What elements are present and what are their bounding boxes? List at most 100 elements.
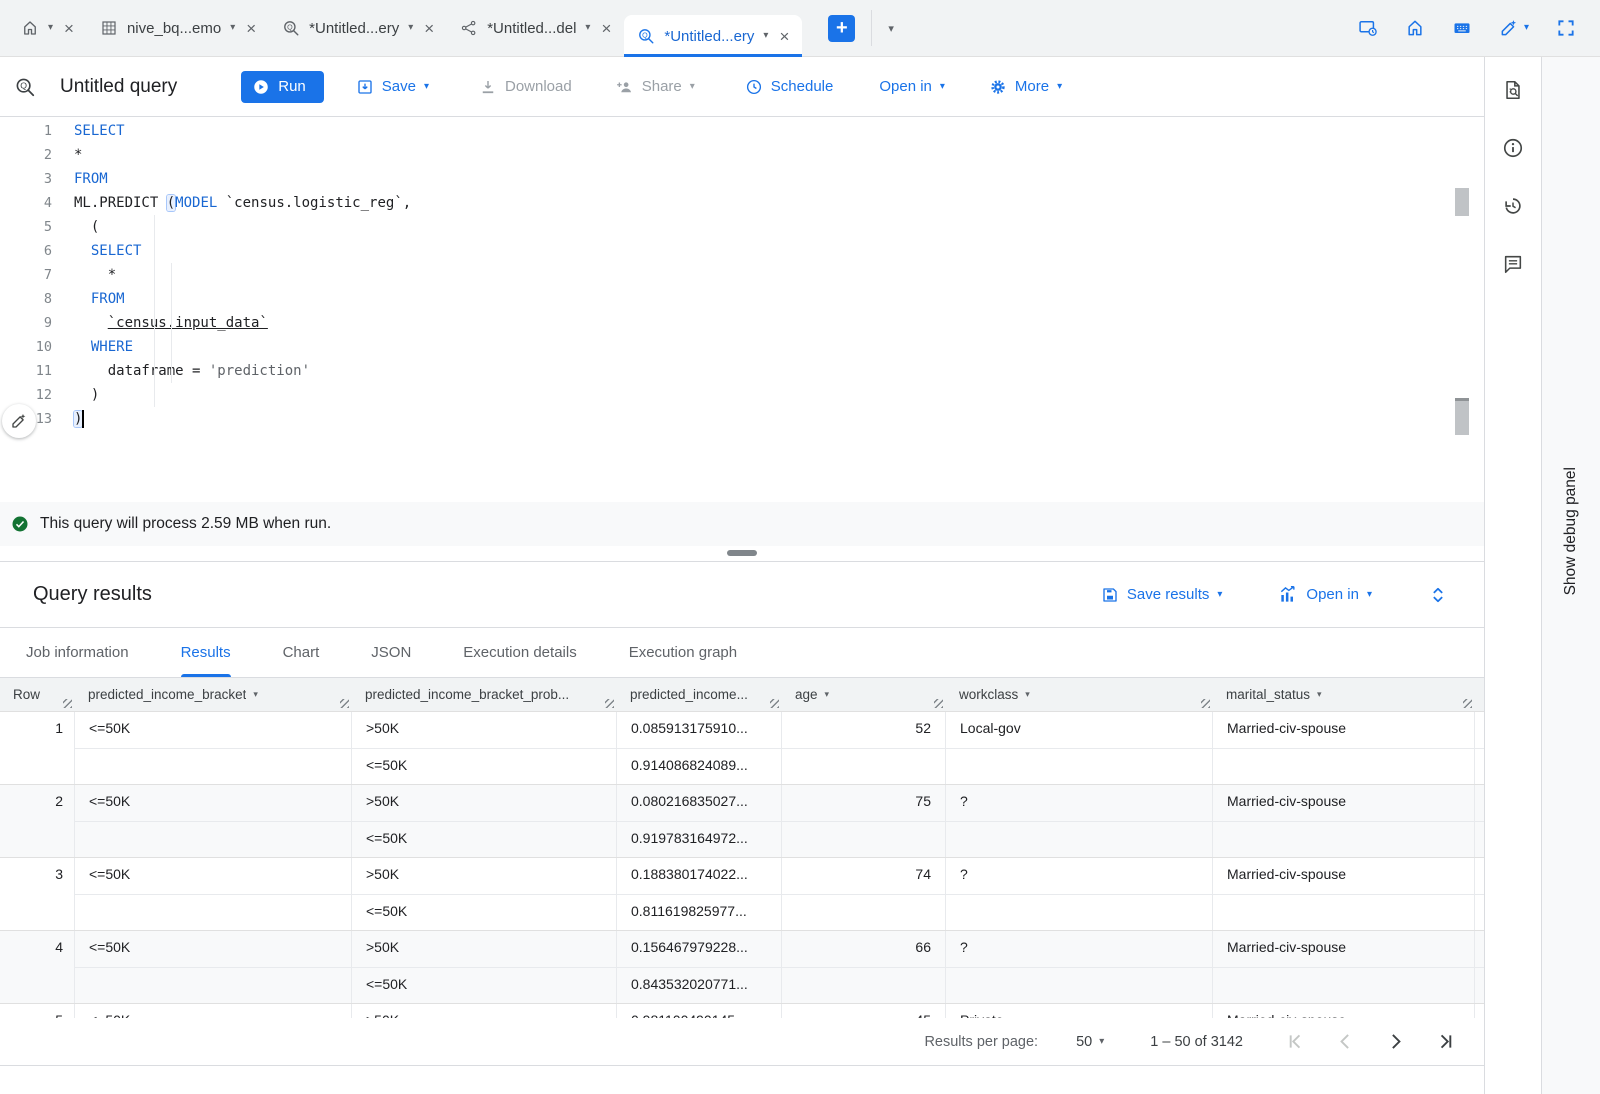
table-subrow: <=50K>50K0.156467979228...66?Married-civ… xyxy=(75,931,1484,967)
table-cell xyxy=(946,749,1213,784)
tab-query-1[interactable]: Q*Untitled...ery▾× xyxy=(269,0,447,56)
prev-page-button[interactable] xyxy=(1335,1031,1356,1052)
sort-caret-icon[interactable]: ▾ xyxy=(1317,689,1322,700)
show-debug-panel-button[interactable]: Show debug panel xyxy=(1562,467,1580,595)
column-header-marital-status[interactable]: marital_status▾ xyxy=(1213,678,1475,711)
column-header-row[interactable]: Row xyxy=(0,678,75,711)
scrollbar-thumb[interactable] xyxy=(1455,188,1469,216)
table-cell xyxy=(782,749,946,784)
tab-execution-graph[interactable]: Execution graph xyxy=(629,628,737,677)
column-resize-handle[interactable] xyxy=(934,699,943,708)
results-open-in-label: Open in xyxy=(1306,586,1359,603)
caret-down-icon[interactable]: ▾ xyxy=(408,23,413,33)
tab-overflow-caret-icon[interactable]: ▾ xyxy=(888,22,894,35)
column-resize-handle[interactable] xyxy=(63,699,72,708)
column-header-workclass[interactable]: workclass▾ xyxy=(946,678,1213,711)
search-doc-button[interactable] xyxy=(1502,79,1524,106)
table-cell xyxy=(946,968,1213,1003)
results-open-in-button[interactable]: Open in ▾ xyxy=(1278,585,1372,605)
table-cell: ? xyxy=(946,785,1213,821)
table-header-row: Rowpredicted_income_bracket▾predicted_in… xyxy=(0,678,1484,712)
code-segment: SELECT xyxy=(74,123,125,139)
table-cell: Private xyxy=(946,1004,1213,1018)
code-line: ) xyxy=(74,383,1484,407)
table-subrow: <=50K0.919783164972... xyxy=(75,821,1484,857)
column-resize-handle[interactable] xyxy=(605,699,614,708)
share-button[interactable]: Share ▾ xyxy=(616,78,695,96)
close-icon[interactable]: × xyxy=(601,20,611,37)
page-range-label: 1 – 50 of 3142 xyxy=(1150,1034,1243,1050)
expand-panel-button[interactable] xyxy=(1428,585,1448,605)
table-subrow: <=50K0.811619825977... xyxy=(75,894,1484,930)
tab-table[interactable]: nive_bq...emo▾× xyxy=(87,0,269,56)
line-number: 1 xyxy=(0,119,52,143)
code-line: ) xyxy=(74,407,1484,431)
add-tab-button[interactable]: + xyxy=(828,15,855,42)
column-header-predicted-income[interactable]: predicted_income... xyxy=(617,678,782,711)
table-cell: <=50K xyxy=(75,858,352,894)
more-button[interactable]: More ▾ xyxy=(989,78,1062,96)
close-icon[interactable]: × xyxy=(246,20,256,37)
console-button[interactable] xyxy=(1358,18,1378,38)
tab-json[interactable]: JSON xyxy=(371,628,411,677)
column-header-predicted-income-bracket-prob[interactable]: predicted_income_bracket_prob... xyxy=(352,678,617,711)
next-page-button[interactable] xyxy=(1385,1031,1406,1052)
keyboard-button[interactable] xyxy=(1452,18,1472,38)
last-page-button[interactable] xyxy=(1435,1031,1456,1052)
table-cell: <=50K xyxy=(75,785,352,821)
svg-text:Q: Q xyxy=(20,80,27,90)
column-resize-handle[interactable] xyxy=(1463,699,1472,708)
splitter-drag-handle[interactable] xyxy=(727,550,757,556)
tab-model[interactable]: *Untitled...del▾× xyxy=(447,0,624,56)
info-button[interactable] xyxy=(1502,137,1524,164)
tab-chart[interactable]: Chart xyxy=(283,628,320,677)
caret-down-icon[interactable]: ▾ xyxy=(48,23,53,33)
save-results-button[interactable]: Save results ▾ xyxy=(1101,586,1223,604)
first-page-button[interactable] xyxy=(1285,1031,1306,1052)
tab-query-2[interactable]: Q*Untitled...ery▾× xyxy=(624,15,802,57)
column-header-predicted-income-bracket[interactable]: predicted_income_bracket▾ xyxy=(75,678,352,711)
run-button[interactable]: Run xyxy=(241,71,324,103)
save-results-label: Save results xyxy=(1127,586,1210,603)
gemini-assist-button[interactable] xyxy=(2,404,36,438)
sort-caret-icon[interactable]: ▾ xyxy=(1025,689,1030,700)
schedule-button[interactable]: Schedule xyxy=(745,78,834,96)
table-cell xyxy=(75,895,352,930)
history-button[interactable] xyxy=(1502,195,1524,222)
save-button[interactable]: Save ▾ xyxy=(356,78,429,96)
pen-spark-button[interactable]: ▾ xyxy=(1499,18,1529,38)
column-header-age[interactable]: age▾ xyxy=(782,678,946,711)
tab-job-information[interactable]: Job information xyxy=(26,628,129,677)
page-size-select[interactable]: 50 ▾ xyxy=(1076,1034,1104,1050)
sql-editor[interactable]: 12345678910111213 SELECT*FROMML.PREDICT … xyxy=(0,117,1484,502)
sort-caret-icon[interactable]: ▾ xyxy=(825,689,830,700)
tab-results[interactable]: Results xyxy=(181,628,231,677)
tabbar-actions: ▾ xyxy=(1358,0,1600,56)
comment-button[interactable] xyxy=(1502,253,1524,280)
sort-caret-icon[interactable]: ▾ xyxy=(253,689,258,700)
code-segment xyxy=(74,339,91,355)
caret-down-icon[interactable]: ▾ xyxy=(230,23,235,33)
column-resize-handle[interactable] xyxy=(1201,699,1210,708)
fullscreen-button[interactable] xyxy=(1556,18,1576,38)
home-button[interactable] xyxy=(1405,18,1425,38)
caret-down-icon[interactable]: ▾ xyxy=(763,31,768,41)
tab-execution-details[interactable]: Execution details xyxy=(463,628,576,677)
column-resize-handle[interactable] xyxy=(770,699,779,708)
code-area[interactable]: SELECT*FROMML.PREDICT (MODEL `census.log… xyxy=(74,117,1484,502)
code-segment: ( xyxy=(167,195,175,211)
close-icon[interactable]: × xyxy=(64,20,74,37)
table-icon xyxy=(100,19,118,37)
table-cell: 0.981100490145... xyxy=(617,1004,782,1018)
table-link[interactable]: `census.input_data` xyxy=(108,315,268,331)
caret-down-icon[interactable]: ▾ xyxy=(585,23,590,33)
column-resize-handle[interactable] xyxy=(340,699,349,708)
debug-panel-strip: Show debug panel xyxy=(1541,57,1600,1094)
close-icon[interactable]: × xyxy=(424,20,434,37)
download-button[interactable]: Download xyxy=(479,78,572,96)
close-icon[interactable]: × xyxy=(779,28,789,45)
tab-home[interactable]: ▾× xyxy=(8,0,87,56)
open-in-button[interactable]: Open in ▾ xyxy=(879,78,945,95)
scrollbar-thumb[interactable] xyxy=(1455,398,1469,435)
line-number: 8 xyxy=(0,287,52,311)
